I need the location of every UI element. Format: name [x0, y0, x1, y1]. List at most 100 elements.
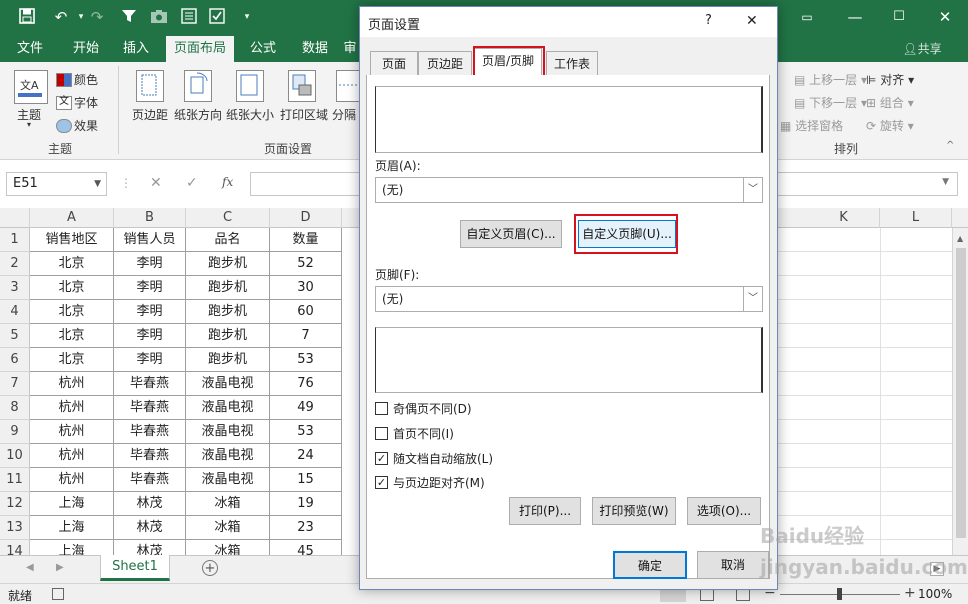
new-sheet-icon[interactable]: + [202, 560, 218, 576]
size-button[interactable]: 纸张大小 [226, 106, 274, 123]
table-cell[interactable]: 北京 [30, 324, 114, 348]
table-cell[interactable]: 7 [270, 324, 342, 348]
table-cell[interactable]: 北京 [30, 276, 114, 300]
table-cell[interactable]: 冰箱 [186, 516, 270, 540]
enter-icon[interactable]: ✓ [186, 175, 198, 191]
table-cell[interactable]: 毕春燕 [114, 396, 186, 420]
table-cell[interactable]: 液晶电视 [186, 468, 270, 492]
table-cell[interactable]: 30 [270, 276, 342, 300]
prev-sheet-icon[interactable]: ◀ [26, 562, 34, 573]
collapse-ribbon-icon[interactable]: ^ [946, 140, 954, 151]
row-header[interactable]: 5 [0, 324, 30, 348]
table-cell[interactable]: 林茂 [114, 516, 186, 540]
name-box-dropdown-icon[interactable]: ▼ [94, 173, 101, 195]
row-header[interactable]: 8 [0, 396, 30, 420]
table-cell[interactable]: 李明 [114, 300, 186, 324]
zoom-slider-thumb[interactable] [837, 588, 842, 600]
table-cell[interactable]: 林茂 [114, 540, 186, 555]
help-button[interactable]: ? [705, 13, 712, 28]
table-cell[interactable]: 品名 [186, 228, 270, 252]
print-area-icon[interactable] [288, 70, 316, 102]
col-header-k[interactable]: K [808, 208, 880, 228]
table-cell[interactable]: 上海 [30, 516, 114, 540]
row-header[interactable]: 10 [0, 444, 30, 468]
table-cell[interactable]: 液晶电视 [186, 444, 270, 468]
header-select[interactable]: (无) ﹀ [375, 177, 763, 203]
customize-qat-icon[interactable]: ▾ [238, 8, 256, 26]
ribbon-display-icon[interactable]: ▭ [798, 8, 816, 26]
tab-home[interactable]: 开始 [64, 36, 108, 62]
table-cell[interactable]: 19 [270, 492, 342, 516]
print-button[interactable]: 打印(P)... [509, 497, 581, 525]
tab-formulas[interactable]: 公式 [240, 36, 286, 62]
tab-data[interactable]: 数据 [292, 36, 338, 62]
table-cell[interactable]: 冰箱 [186, 492, 270, 516]
table-cell[interactable]: 杭州 [30, 372, 114, 396]
row-header[interactable]: 9 [0, 420, 30, 444]
margins-icon[interactable] [136, 70, 164, 102]
table-cell[interactable]: 49 [270, 396, 342, 420]
table-cell[interactable]: 林茂 [114, 492, 186, 516]
align-margins-checkbox[interactable]: ✓ [375, 476, 388, 489]
footer-select[interactable]: (无) ﹀ [375, 286, 763, 312]
dialog-close-button[interactable]: ✕ [746, 13, 758, 29]
table-cell[interactable]: 李明 [114, 276, 186, 300]
dialog-tab-sheet[interactable]: 工作表 [546, 51, 598, 75]
align-button[interactable]: ⊫ 对齐 ▾ [866, 71, 914, 88]
first-page-label[interactable]: 首页不同(I) [393, 425, 454, 442]
print-area-button[interactable]: 打印区域 [280, 106, 328, 123]
tab-page-layout[interactable]: 页面布局 [166, 36, 234, 62]
breaks-button[interactable]: 分隔 [332, 106, 356, 123]
dialog-tab-margins[interactable]: 页边距 [418, 51, 472, 75]
zoom-in-icon[interactable]: + [904, 585, 916, 601]
selection-pane-button[interactable]: ▦ 选择窗格 [780, 117, 843, 134]
colors-button[interactable]: 颜色 [74, 71, 98, 88]
breaks-icon[interactable] [336, 70, 360, 102]
filter-icon[interactable] [120, 8, 138, 26]
tab-insert[interactable]: 插入 [114, 36, 158, 62]
table-cell[interactable]: 液晶电视 [186, 372, 270, 396]
table-cell[interactable]: 15 [270, 468, 342, 492]
group-button[interactable]: ⊞ 组合 ▾ [866, 94, 914, 111]
table-cell[interactable]: 53 [270, 420, 342, 444]
save-icon[interactable] [18, 8, 36, 26]
table-cell[interactable]: 60 [270, 300, 342, 324]
size-icon[interactable] [236, 70, 264, 102]
send-backward-button[interactable]: ▤ 下移一层 ▾ [794, 94, 867, 111]
bring-forward-button[interactable]: ▤ 上移一层 ▾ [794, 71, 867, 88]
table-cell[interactable]: 杭州 [30, 468, 114, 492]
sheet-tab-sheet1[interactable]: Sheet1 [100, 555, 170, 581]
select-all-corner[interactable] [0, 208, 30, 228]
table-cell[interactable]: 52 [270, 252, 342, 276]
col-header-c[interactable]: C [186, 208, 270, 228]
vertical-scrollbar[interactable]: ▲ [952, 228, 968, 555]
table-cell[interactable]: 毕春燕 [114, 444, 186, 468]
expand-formula-bar-icon[interactable]: ▼ [942, 177, 949, 187]
share-button[interactable]: 👤︎共享 [896, 36, 948, 62]
table-cell[interactable]: 杭州 [30, 444, 114, 468]
table-cell[interactable]: 毕春燕 [114, 420, 186, 444]
table-cell[interactable]: 跑步机 [186, 252, 270, 276]
table-cell[interactable]: 李明 [114, 324, 186, 348]
row-header[interactable]: 11 [0, 468, 30, 492]
table-cell[interactable]: 毕春燕 [114, 372, 186, 396]
scroll-up-icon[interactable]: ▲ [957, 234, 963, 243]
row-header[interactable]: 3 [0, 276, 30, 300]
name-box[interactable]: E51 ▼ [6, 172, 107, 196]
align-margins-label[interactable]: 与页边距对齐(M) [393, 474, 485, 491]
minimize-icon[interactable]: — [846, 8, 864, 26]
camera-icon[interactable] [150, 8, 168, 26]
table-cell[interactable]: 李明 [114, 348, 186, 372]
insert-function-icon[interactable]: fx [222, 175, 233, 189]
chevron-down-icon[interactable]: ﹀ [743, 287, 762, 311]
table-cell[interactable]: 上海 [30, 540, 114, 555]
dialog-tab-page[interactable]: 页面 [370, 51, 418, 75]
zoom-level[interactable]: 100% [918, 587, 952, 601]
table-cell[interactable]: 北京 [30, 348, 114, 372]
table-cell[interactable]: 液晶电视 [186, 420, 270, 444]
table-cell[interactable]: 跑步机 [186, 348, 270, 372]
print-preview-button[interactable]: 打印预览(W) [592, 497, 676, 525]
table-cell[interactable]: 76 [270, 372, 342, 396]
row-header[interactable]: 2 [0, 252, 30, 276]
row-header[interactable]: 14 [0, 540, 30, 555]
